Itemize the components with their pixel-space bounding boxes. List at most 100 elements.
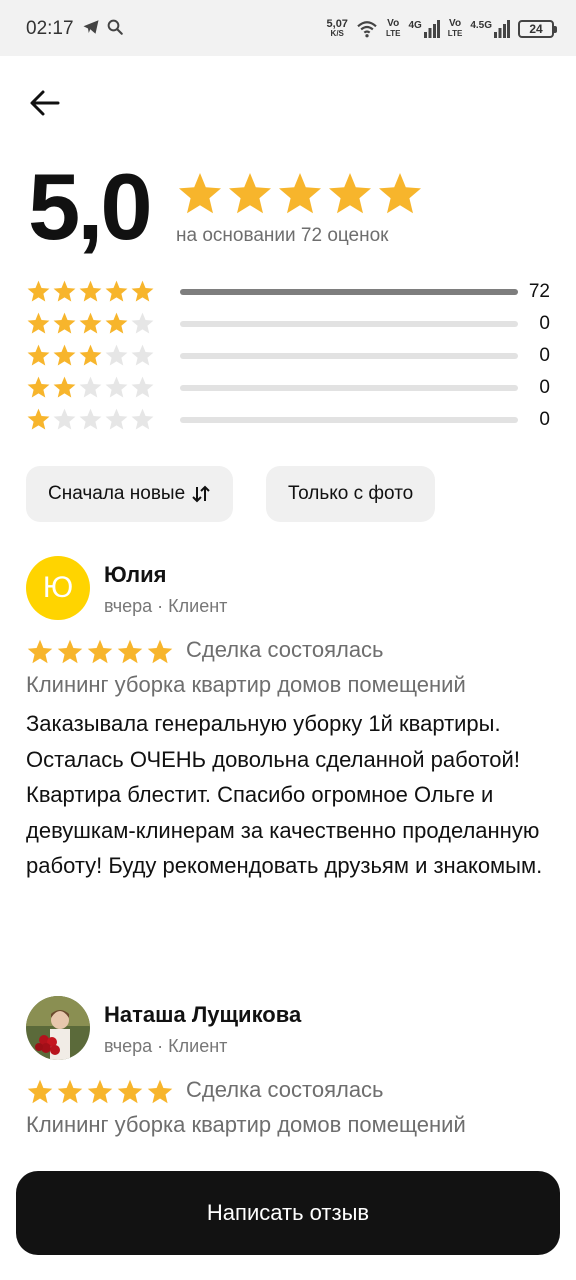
- back-arrow-icon[interactable]: [28, 86, 62, 120]
- rating-histogram: 72 0 0 0 0: [26, 276, 556, 436]
- review-service: Клининг уборка квартир домов помещений: [26, 672, 466, 697]
- photo-filter-label: Только с фото: [288, 483, 414, 504]
- star-filled-icon: [53, 312, 76, 334]
- star-filled-icon: [27, 376, 50, 398]
- star-filled-icon: [27, 639, 53, 664]
- histogram-count: 0: [539, 409, 550, 430]
- star-empty-icon: [79, 376, 102, 398]
- reviewer-name[interactable]: Юлия: [104, 562, 166, 588]
- review-meta: вчера · Клиент: [104, 596, 228, 616]
- histogram-row: 72: [26, 276, 556, 308]
- histogram-count: 0: [539, 313, 550, 334]
- star-filled-icon: [27, 280, 50, 302]
- histogram-bar-fill: [180, 289, 518, 295]
- histogram-row: 0: [26, 340, 556, 372]
- histogram-count: 0: [539, 377, 550, 398]
- review-card: Ю Юлия вчера · Клиент Сделка состоялась …: [26, 556, 550, 956]
- battery-icon: 24: [518, 20, 557, 38]
- reviewer-name[interactable]: Наташа Лущикова: [104, 1002, 301, 1028]
- search-icon: [107, 19, 123, 35]
- star-filled-icon: [53, 376, 76, 398]
- star-empty-icon: [131, 376, 154, 398]
- histogram-bar: [180, 385, 518, 391]
- review-card: Наташа Лущикова вчера · Клиент Сделка со…: [26, 996, 550, 1156]
- histogram-row: 0: [26, 372, 556, 404]
- star-empty-icon: [79, 408, 102, 430]
- star-filled-icon: [57, 1079, 83, 1104]
- star-filled-icon: [131, 280, 154, 302]
- histogram-row: 0: [26, 308, 556, 340]
- star-filled-icon: [147, 1079, 173, 1104]
- star-filled-icon: [27, 344, 50, 366]
- star-filled-icon: [329, 173, 371, 214]
- review-meta: вчера · Клиент: [104, 1036, 228, 1056]
- review-stars: [26, 1078, 174, 1106]
- star-filled-icon: [117, 639, 143, 664]
- sort-label: Сначала новые: [48, 483, 186, 504]
- write-review-button[interactable]: Написать отзыв: [16, 1171, 560, 1255]
- review-stars: [26, 638, 174, 666]
- status-bar: 02:17 5,07 K/S Vo LTE 4G Vo LTE 4.5G 24: [0, 0, 576, 56]
- star-filled-icon: [117, 1079, 143, 1104]
- star-filled-icon: [379, 173, 421, 214]
- telegram-icon: [83, 20, 99, 34]
- histogram-stars: [26, 279, 155, 304]
- star-filled-icon: [79, 280, 102, 302]
- star-filled-icon: [179, 173, 221, 214]
- summary-stars: [176, 170, 424, 218]
- sim1-volte: Vo LTE: [385, 18, 401, 39]
- status-indicators: 5,07 K/S Vo LTE 4G Vo LTE 4.5G 24: [326, 14, 557, 44]
- histogram-bar: [180, 417, 518, 423]
- signal-icon: [494, 20, 510, 38]
- star-filled-icon: [79, 344, 102, 366]
- star-filled-icon: [79, 312, 102, 334]
- star-empty-icon: [131, 344, 154, 366]
- avatar[interactable]: Ю: [26, 556, 90, 620]
- average-rating: 5,0: [28, 154, 153, 259]
- sim2-network-type: 4.5G: [470, 19, 492, 31]
- star-filled-icon: [27, 1079, 53, 1104]
- star-filled-icon: [87, 1079, 113, 1104]
- star-filled-icon: [229, 173, 271, 214]
- histogram-row: 0: [26, 404, 556, 436]
- histogram-stars: [26, 343, 155, 368]
- deal-status: Сделка состоялась: [186, 637, 384, 662]
- review-text: Заказывала генеральную уборку 1й квартир…: [26, 711, 543, 878]
- star-empty-icon: [131, 312, 154, 334]
- avatar[interactable]: [26, 996, 90, 1060]
- star-filled-icon: [279, 173, 321, 214]
- only-with-photo-button[interactable]: Только с фото: [266, 466, 436, 522]
- star-empty-icon: [105, 376, 128, 398]
- network-speed: 5,07 K/S: [326, 18, 348, 39]
- histogram-bar: [180, 321, 518, 327]
- wifi-icon: [357, 21, 377, 38]
- star-filled-icon: [27, 312, 50, 334]
- star-filled-icon: [53, 344, 76, 366]
- avatar-photo: [26, 996, 90, 1060]
- histogram-stars: [26, 311, 155, 336]
- star-filled-icon: [105, 280, 128, 302]
- ratings-count-caption: на основании 72 оценок: [176, 225, 389, 246]
- status-time: 02:17: [26, 18, 74, 39]
- sort-arrows-icon: [192, 485, 210, 503]
- histogram-count: 72: [528, 281, 550, 302]
- histogram-stars: [26, 375, 155, 400]
- star-empty-icon: [105, 408, 128, 430]
- star-filled-icon: [87, 639, 113, 664]
- star-filled-icon: [27, 408, 50, 430]
- review-service: Клининг уборка квартир домов помещений: [26, 1112, 466, 1137]
- signal-icon: [423, 20, 440, 38]
- sim1-network-type: 4G: [408, 19, 422, 31]
- sort-newest-button[interactable]: Сначала новые: [26, 466, 234, 522]
- histogram-bar: [180, 289, 518, 295]
- star-empty-icon: [105, 344, 128, 366]
- histogram-bar: [180, 353, 518, 359]
- sim2-volte: Vo LTE: [447, 18, 463, 39]
- star-filled-icon: [57, 639, 83, 664]
- star-filled-icon: [105, 312, 128, 334]
- star-empty-icon: [53, 408, 76, 430]
- star-filled-icon: [53, 280, 76, 302]
- star-empty-icon: [131, 408, 154, 430]
- star-filled-icon: [147, 639, 173, 664]
- histogram-stars: [26, 407, 155, 432]
